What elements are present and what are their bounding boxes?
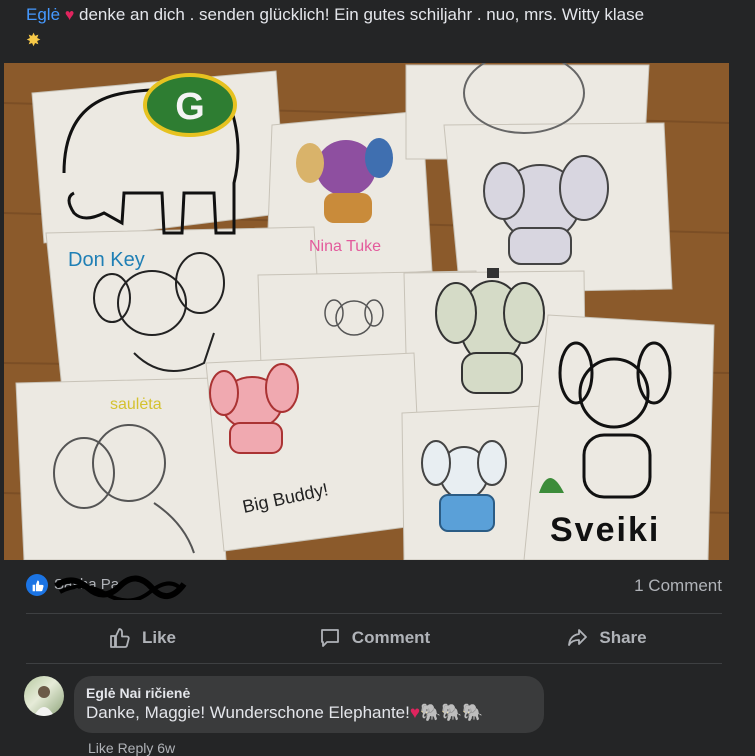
heart-icon: ♥ [64, 7, 75, 24]
elephant-emoji: 🐘🐘🐘 [419, 703, 484, 722]
svg-text:G: G [175, 86, 205, 128]
divider [26, 663, 722, 664]
post-author-link[interactable]: Eglė [26, 5, 60, 24]
nina-label: Nina Tuke [309, 238, 381, 255]
post-photo[interactable]: G Nina Tuke Don Key saulėta Big Buddy! S… [4, 63, 729, 560]
sveiki-label: Sveiki [550, 511, 660, 549]
share-button[interactable]: Share [490, 614, 722, 662]
share-arrow-icon [568, 629, 588, 646]
comment-actions-cutoff[interactable]: Like Reply 6w [88, 740, 175, 756]
commenter-avatar[interactable] [24, 676, 64, 716]
reactions-bar: Sasha Pa 1 Comment [26, 574, 726, 600]
sparkle-icon: ✸ [26, 30, 42, 50]
comment-bubble: Eglė Nai ričienė Danke, Maggie! Wundersc… [74, 676, 544, 733]
comment-text: Danke, Maggie! Wunderschone Elephante! [86, 703, 410, 722]
like-reaction-icon[interactable] [26, 574, 48, 596]
caption-text: denke an dich . senden glücklich! Ein gu… [74, 5, 645, 24]
speech-bubble-icon [320, 629, 339, 647]
post-actions: Like Comment Share [26, 614, 722, 662]
share-label: Share [599, 628, 647, 647]
comment-label: Comment [351, 628, 431, 647]
comment-count[interactable]: 1 Comment [634, 576, 722, 596]
like-label: Like [141, 628, 177, 647]
redaction-scribble [54, 575, 187, 600]
like-button[interactable]: Like [26, 614, 258, 662]
post-caption: Eglė ♥ denke an dich . senden glücklich!… [26, 2, 736, 53]
saulete-label: saulėta [110, 396, 162, 413]
thumbs-up-icon [110, 628, 130, 648]
don-key-label: Don Key [68, 249, 145, 271]
comment-button[interactable]: Comment [258, 614, 490, 662]
commenter-name[interactable]: Eglė Nai ričienė [86, 684, 532, 702]
heart-icon: ♥ [409, 703, 420, 722]
